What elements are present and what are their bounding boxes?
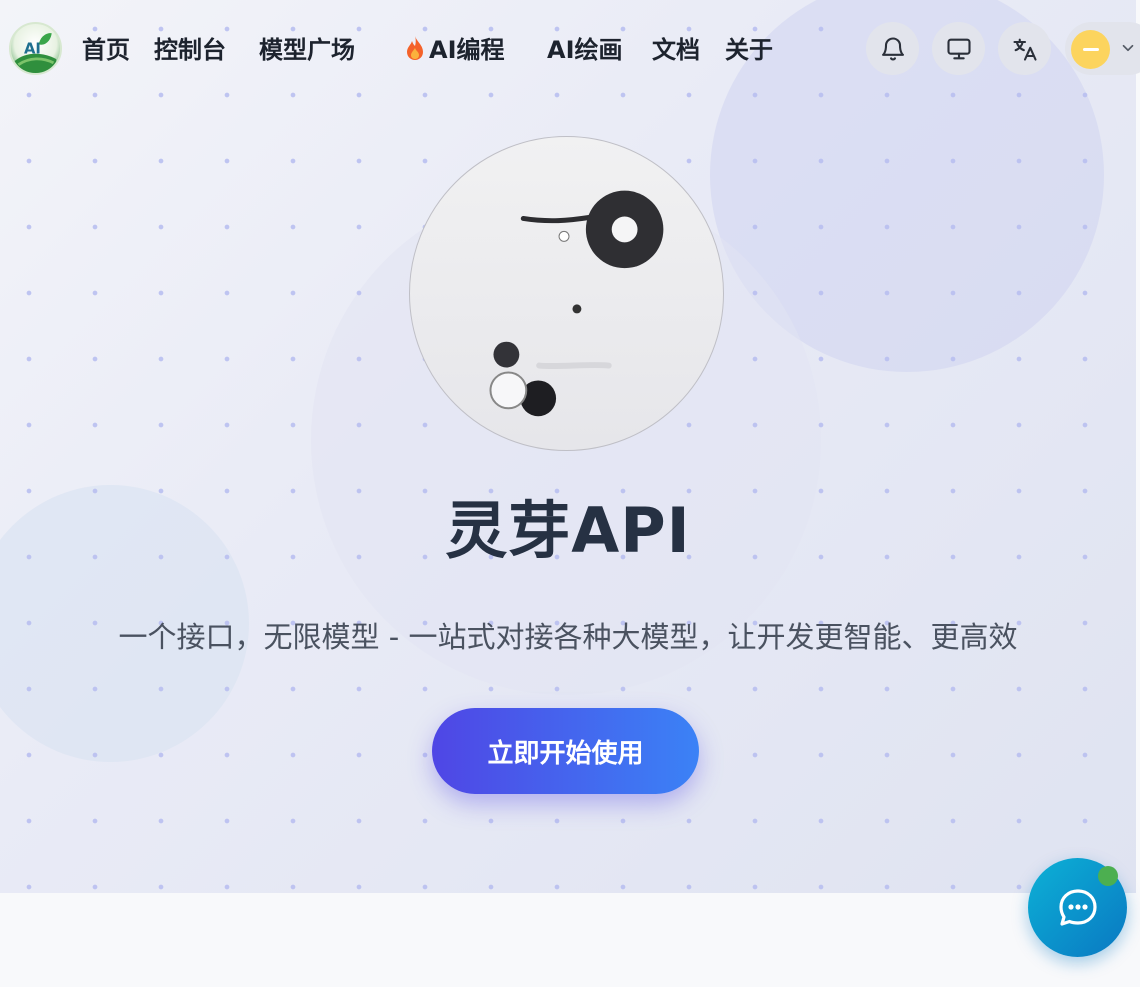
nav-about[interactable]: 关于: [725, 32, 773, 68]
hero-section: 灵芽API 一个接口，无限模型 - 一站式对接各种大模型，让开发更智能、更高效 …: [0, 0, 1136, 893]
translate-icon: [1012, 38, 1037, 61]
theme-display-button[interactable]: [932, 22, 985, 75]
chat-bubble-icon: [1058, 888, 1097, 926]
chat-support-button[interactable]: [1028, 858, 1127, 957]
page: 灵芽API 一个接口，无限模型 - 一站式对接各种大模型，让开发更智能、更高效 …: [0, 0, 1140, 987]
get-started-button[interactable]: 立即开始使用: [432, 708, 699, 794]
online-status-dot: [1098, 866, 1118, 886]
nav-model-plaza[interactable]: 模型广场: [259, 32, 355, 68]
top-nav: AI 首页 控制台 模型广场 AI编程 AI绘画 文档 关于: [0, 0, 1140, 100]
avatar-mark: [1082, 48, 1099, 51]
avatar: [1071, 30, 1110, 69]
fire-icon: [407, 36, 423, 60]
monitor-icon: [946, 38, 971, 59]
hero-illustration: [409, 136, 724, 451]
nav-docs[interactable]: 文档: [652, 32, 700, 68]
svg-text:AI: AI: [24, 41, 41, 58]
nav-ai-painting[interactable]: AI绘画: [547, 32, 623, 68]
nav-ai-coding[interactable]: AI编程: [405, 32, 505, 68]
hero-title: 灵芽API: [445, 494, 691, 567]
notifications-button[interactable]: [866, 22, 919, 75]
nav-ai-coding-label: AI编程: [429, 36, 505, 64]
bell-icon: [881, 36, 904, 60]
hero-subtitle: 一个接口，无限模型 - 一站式对接各种大模型，让开发更智能、更高效: [118, 620, 1018, 654]
brand-logo[interactable]: AI: [9, 22, 62, 75]
chevron-down-icon: [1122, 44, 1134, 52]
nav-home[interactable]: 首页: [82, 32, 130, 68]
nav-console[interactable]: 控制台: [154, 32, 226, 68]
language-button[interactable]: [998, 22, 1051, 75]
user-menu[interactable]: [1065, 22, 1140, 75]
